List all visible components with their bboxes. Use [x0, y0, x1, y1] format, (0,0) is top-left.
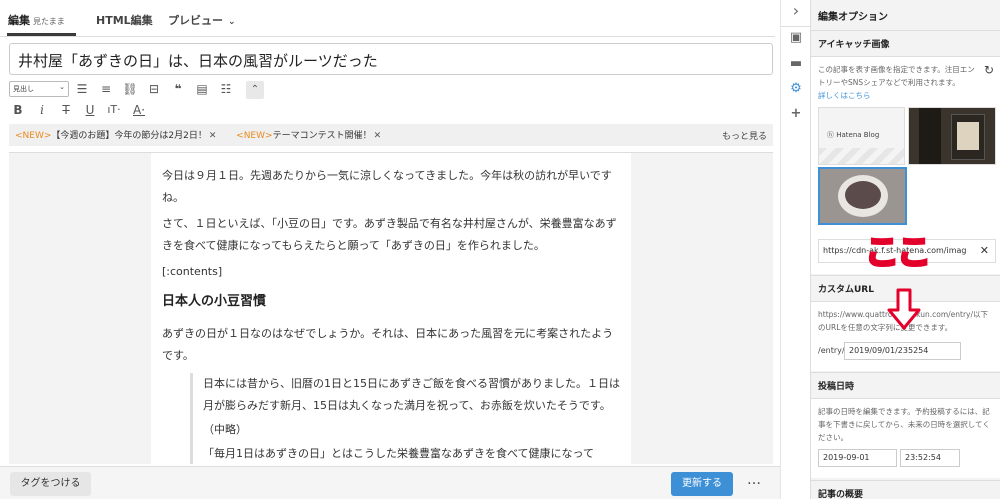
post-date-heading: 投稿日時 — [811, 373, 1000, 399]
blockquote: 日本には昔から、旧暦の1日と15日にあずきご飯を食べる習慣がありました。１日は月… — [190, 373, 620, 464]
select-caret-icon: ⌄ — [59, 83, 65, 91]
image-icon[interactable]: ▣ — [788, 30, 804, 46]
bold-icon[interactable]: B — [9, 101, 27, 119]
heading-select[interactable]: 見出し ⌄ — [9, 81, 69, 97]
refresh-icon[interactable]: ↻ — [984, 63, 994, 77]
folder-icon[interactable]: ▬ — [788, 56, 804, 72]
notice-new-tag: <NEW> — [236, 131, 273, 141]
update-button[interactable]: 更新する — [671, 472, 733, 496]
eyecatch-thumbnails: ⓗ Hatena Blog — [818, 107, 996, 232]
quote-paragraph: 「毎月1日はあずきの日」とはこうした栄養豊富なあずきを食べて健康になって — [203, 447, 595, 460]
table-icon[interactable]: ▤ — [193, 80, 211, 98]
thumbnail-bottle[interactable] — [908, 107, 996, 165]
underline-icon[interactable]: U — [81, 101, 99, 119]
gear-icon[interactable]: ⚙ — [788, 81, 804, 97]
thumbnail-azuki-selected[interactable] — [818, 167, 907, 225]
quote-icon[interactable]: ❝ — [169, 80, 187, 98]
tab-html-edit[interactable]: HTML編集 — [96, 12, 153, 28]
custom-url-prefix: /entry/ — [818, 346, 845, 355]
link-icon[interactable]: ⛓ — [121, 80, 139, 98]
clear-icon[interactable]: ✕ — [980, 244, 989, 257]
notice-bar: <NEW>【今週のお題】今年の節分は2月2日！ ✕ <NEW>テーマコンテスト開催… — [9, 124, 773, 146]
panel-title: 編集オプション — [818, 12, 888, 23]
close-icon[interactable]: ✕ — [374, 131, 382, 141]
post-time-input[interactable]: 23:52:54 — [900, 449, 960, 467]
toolbar-row-2: B i T U ıT· A· — [9, 101, 773, 121]
paragraph: [:contents] — [162, 265, 223, 278]
more-options-button[interactable]: … — [747, 472, 762, 488]
add-tag-button[interactable]: タグをつける — [10, 472, 91, 496]
quote-paragraph: （中略） — [203, 423, 247, 436]
toolbar-row-1: 見出し ⌄ ☰ ≡ ⛓ ⊟ ❝ ▤ ☷ ⌃ — [9, 80, 773, 100]
summary-section: 記事の概要 — [811, 480, 1000, 499]
notice-new-tag: <NEW> — [15, 131, 52, 141]
more-format-icon[interactable]: ☷ — [217, 80, 235, 98]
chevron-right-icon[interactable]: › — [788, 3, 804, 19]
plus-icon[interactable]: + — [788, 106, 804, 122]
collapse-toolbar-icon[interactable]: ⌃ — [246, 81, 264, 99]
notice-link[interactable]: テーマコンテスト開催！ — [273, 131, 372, 141]
paragraph: あずきの日が１日なのはなぜでしょうか。それは、日本にあった風習を元に考案されたよ… — [162, 327, 614, 362]
notice-more-link[interactable]: もっと見る — [722, 129, 767, 142]
bullet-list-icon[interactable]: ☰ — [73, 80, 91, 98]
section-heading: 日本人の小豆習慣 — [162, 294, 267, 309]
post-date-section: 投稿日時 記事の日時を編集できます。予約投稿するには、記事を下書きに戻してから、… — [811, 372, 1000, 478]
notice-link[interactable]: 【今週のお題】今年の節分は2月2日！ — [51, 131, 206, 141]
horizontal-rule-icon[interactable]: ⊟ — [145, 80, 163, 98]
article-body[interactable]: 今日は９月１日。先週あたりから一気に涼しくなってきました。今年は秋の訪れが早いで… — [151, 153, 631, 464]
learn-more-link[interactable]: 詳しくはこちら — [818, 91, 871, 100]
summary-heading: 記事の概要 — [811, 481, 1000, 499]
editor-tabs: 編集 見たまま HTML編集 プレビュー ⌄ — [0, 0, 775, 37]
custom-url-input[interactable]: 2019/09/01/235254 — [844, 342, 961, 360]
sidebar-icon-column: › ▣ ▬ ⚙ + — [780, 0, 811, 499]
tab-preview[interactable]: プレビュー ⌄ — [168, 12, 236, 28]
eyecatch-heading: アイキャッチ画像 — [811, 31, 1000, 57]
eyecatch-description: この記事を表す画像を指定できます。注目エントリーやSNSシェアなどで利用されます… — [818, 65, 975, 100]
annotation-arrow-icon — [887, 288, 921, 330]
editor-area: 今日は９月１日。先週あたりから一気に涼しくなってきました。今年は秋の訪れが早いで… — [9, 152, 773, 464]
italic-icon[interactable]: i — [33, 101, 51, 119]
hatena-logo: ⓗ Hatena Blog — [827, 131, 880, 139]
chevron-down-icon: ⌄ — [228, 17, 236, 27]
thumbnail-hatena[interactable]: ⓗ Hatena Blog — [818, 107, 905, 165]
close-icon[interactable]: ✕ — [209, 131, 217, 141]
post-date-input[interactable]: 2019-09-01 — [818, 449, 897, 467]
bottom-bar: タグをつける 更新する … — [0, 466, 780, 499]
title-input[interactable]: 井村屋「あずきの日」は、日本の風習がルーツだった — [9, 43, 773, 75]
numbered-list-icon[interactable]: ≡ — [97, 80, 115, 98]
active-tab-indicator — [7, 33, 76, 36]
font-size-icon[interactable]: ıT· — [105, 101, 123, 119]
post-date-description: 記事の日時を編集できます。予約投稿するには、記事を下書きに戻してから、未来の日時… — [818, 407, 990, 442]
paragraph: さて、１日といえば、「小豆の日」です。あずき製品で有名な井村屋さんが、栄養豊富な… — [162, 217, 617, 252]
text-color-icon[interactable]: A· — [130, 101, 148, 119]
strikethrough-icon[interactable]: T — [57, 101, 75, 119]
quote-paragraph: 日本には昔から、旧暦の1日と15日にあずきご飯を食べる習慣がありました。１日は月… — [203, 377, 620, 412]
annotation-text: ここ — [864, 233, 933, 273]
tab-edit[interactable]: 編集 見たまま — [8, 12, 65, 28]
paragraph: 今日は９月１日。先週あたりから一気に涼しくなってきました。今年は秋の訪れが早いで… — [162, 169, 612, 204]
